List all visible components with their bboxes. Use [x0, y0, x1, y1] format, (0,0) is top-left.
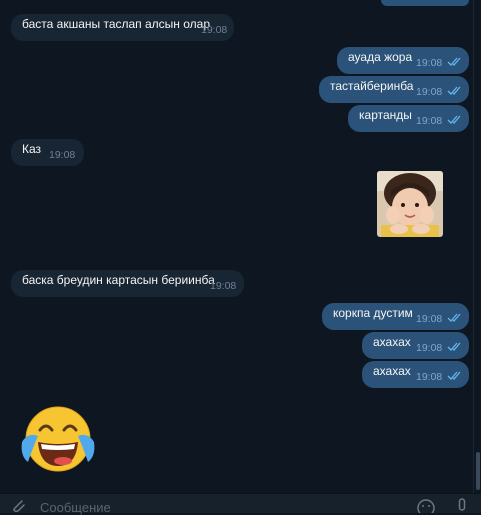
outgoing-message[interactable]: ахахах 19:08: [362, 332, 469, 359]
double-check-icon: [447, 342, 461, 351]
face-with-tears-of-joy-icon[interactable]: [18, 404, 98, 474]
scrollbar-thumb[interactable]: [476, 452, 480, 490]
message-text: тастайберинба: [330, 79, 414, 93]
message-time: 19:08: [416, 371, 443, 383]
double-check-icon: [447, 86, 461, 95]
message-time: 19:08: [416, 57, 443, 69]
previous-message-bubble[interactable]: [381, 0, 469, 6]
photo-sticker[interactable]: [377, 171, 443, 237]
message-time: 19:08: [49, 149, 76, 161]
message-text: картанды: [359, 108, 412, 122]
outgoing-message[interactable]: картанды 19:08: [348, 105, 469, 132]
outgoing-message[interactable]: тастайберинба 19:08: [319, 76, 469, 103]
message-text: ахахах: [373, 335, 411, 349]
paperclip-icon[interactable]: [10, 498, 26, 512]
message-text: баска бреудин картасын бериинба: [22, 273, 215, 287]
incoming-message[interactable]: Каз 19:08: [11, 139, 84, 166]
message-input[interactable]: Сообщение: [40, 501, 111, 515]
chat-scrollbar[interactable]: [473, 0, 481, 493]
double-check-icon: [447, 115, 461, 124]
message-text: коркпа дустим: [333, 306, 413, 320]
double-check-icon: [447, 57, 461, 66]
incoming-message[interactable]: баска бреудин картасын бериинба 19:08: [11, 270, 244, 297]
chat-history: баста акшаны таслап алсын олар 19:08 ауа…: [0, 0, 474, 493]
message-time: 19:08: [201, 24, 228, 36]
message-time: 19:08: [416, 115, 443, 127]
microphone-icon[interactable]: [456, 498, 468, 513]
incoming-message[interactable]: баста акшаны таслап алсын олар 19:08: [11, 14, 234, 41]
message-time: 19:08: [416, 342, 443, 354]
message-composer: Сообщение: [0, 493, 481, 515]
message-time: 19:08: [416, 313, 443, 325]
double-check-icon: [447, 371, 461, 380]
outgoing-message[interactable]: ауада жора 19:08: [337, 47, 469, 74]
outgoing-message[interactable]: ахахах 19:08: [362, 361, 469, 388]
message-text: ахахах: [373, 364, 411, 378]
message-text: ауада жора: [348, 50, 413, 64]
message-time: 19:08: [210, 280, 237, 292]
outgoing-message[interactable]: коркпа дустим 19:08: [322, 303, 469, 330]
smile-icon[interactable]: [417, 499, 435, 513]
message-text: баста акшаны таслап алсын олар: [22, 17, 211, 31]
message-time: 19:08: [416, 86, 443, 98]
double-check-icon: [447, 313, 461, 322]
message-text: Каз: [22, 142, 42, 156]
